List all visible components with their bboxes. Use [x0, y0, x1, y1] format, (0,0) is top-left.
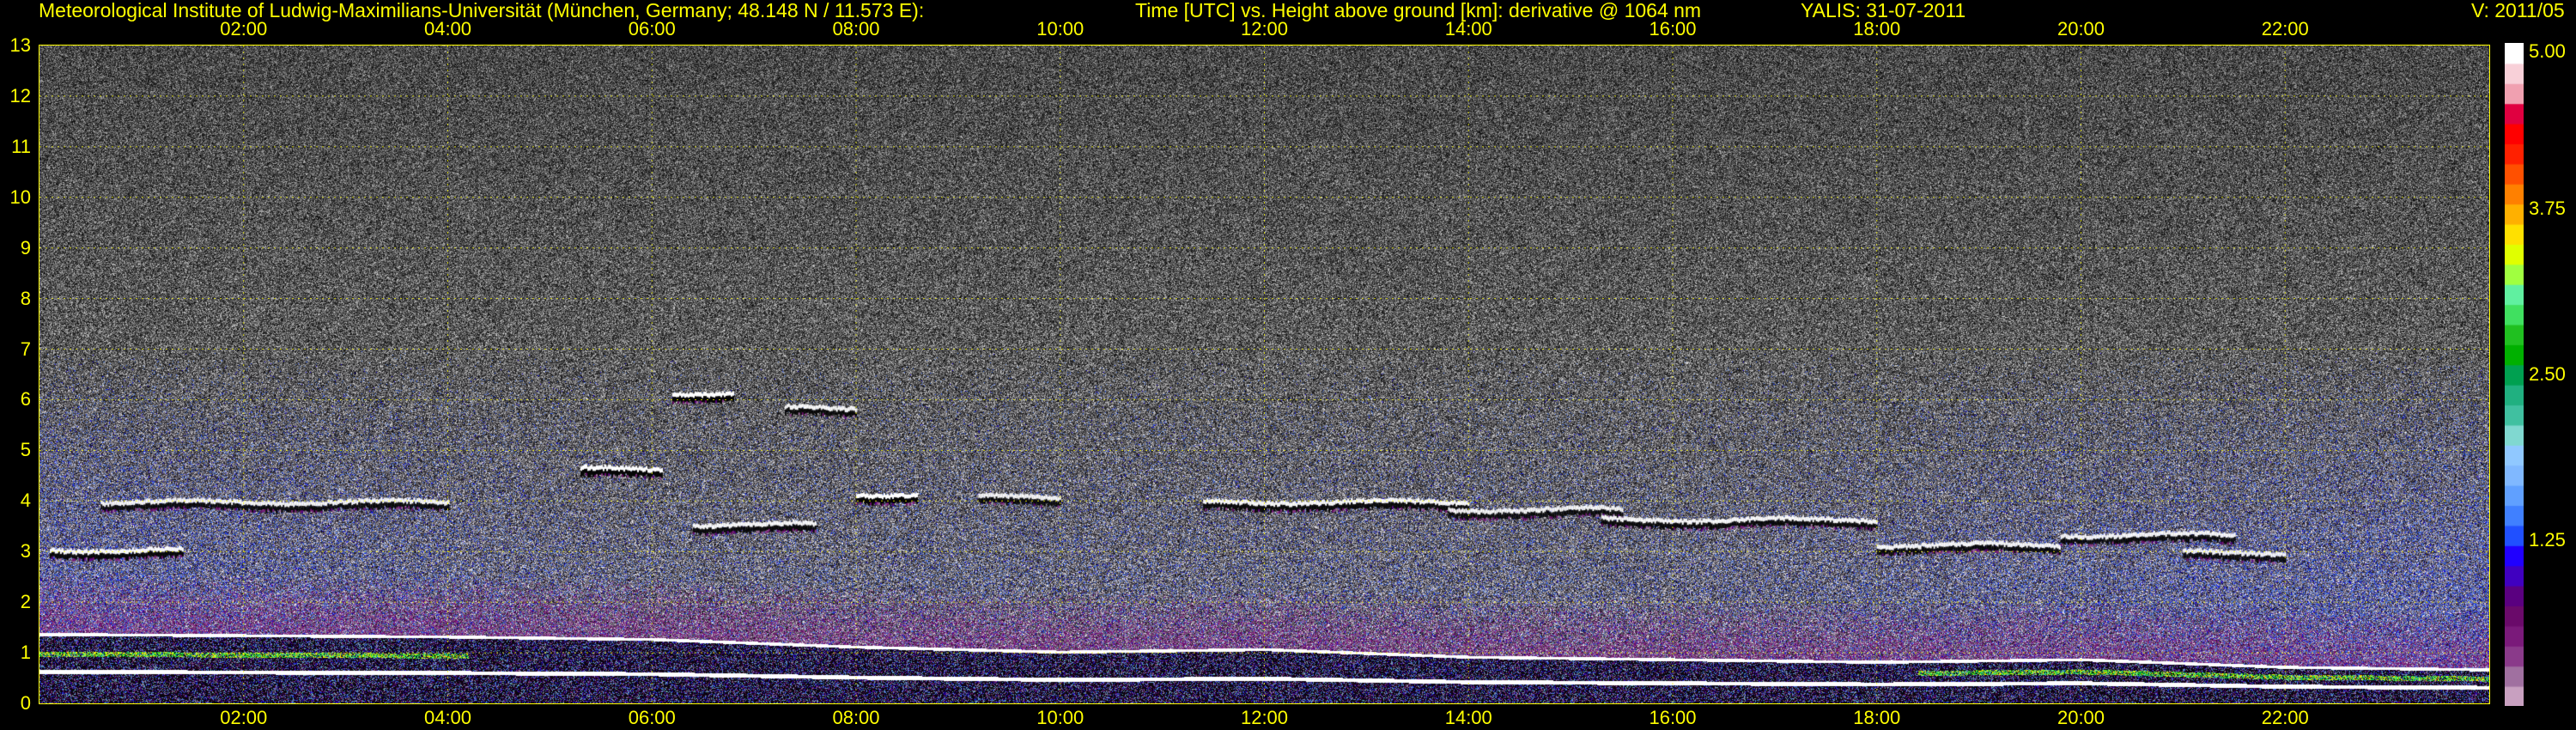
x-tick-top: 22:00	[2261, 18, 2309, 40]
colorbar	[2505, 43, 2524, 706]
y-tick: 4	[20, 490, 31, 512]
y-tick: 13	[9, 34, 31, 56]
x-tick-top: 02:00	[220, 18, 268, 40]
x-tick-bottom: 04:00	[423, 707, 472, 728]
lidar-heatmap	[39, 45, 2490, 704]
colorbar-label: 2.50	[2529, 363, 2566, 385]
x-tick-top: 04:00	[423, 18, 472, 40]
x-tick-bottom: 18:00	[1853, 707, 1901, 728]
axes-title: Time [UTC] vs. Height above ground [km]:…	[1135, 0, 1702, 21]
x-tick-bottom: 16:00	[1649, 707, 1697, 728]
y-tick: 2	[20, 591, 31, 613]
x-tick-top: 12:00	[1240, 18, 1289, 40]
y-tick: 1	[20, 642, 31, 664]
x-tick-top: 16:00	[1649, 18, 1697, 40]
x-tick-bottom: 22:00	[2261, 707, 2309, 728]
grid-lines	[39, 46, 2489, 703]
x-tick-bottom: 08:00	[832, 707, 880, 728]
y-tick: 6	[20, 388, 31, 411]
y-tick: 5	[20, 439, 31, 461]
x-tick-top: 10:00	[1036, 18, 1084, 40]
x-tick-top: 06:00	[628, 18, 676, 40]
colorbar-label: 1.25	[2529, 529, 2566, 551]
x-tick-top: 18:00	[1853, 18, 1901, 40]
version-label: V: 2011/05	[2471, 0, 2565, 21]
y-tick: 0	[20, 692, 31, 714]
x-tick-bottom: 06:00	[628, 707, 676, 728]
y-tick: 7	[20, 338, 31, 360]
colorbar-label: 5.00	[2529, 40, 2566, 62]
x-tick-bottom: 12:00	[1240, 707, 1289, 728]
x-tick-bottom: 10:00	[1036, 707, 1084, 728]
x-tick-top: 14:00	[1444, 18, 1492, 40]
x-tick-top: 08:00	[832, 18, 880, 40]
x-tick-bottom: 20:00	[2057, 707, 2105, 728]
colorbar-label: 3.75	[2529, 198, 2566, 219]
institute-title: Meteorological Institute of Ludwig-Maxim…	[39, 0, 925, 21]
y-tick: 3	[20, 540, 31, 563]
y-tick: 12	[9, 84, 31, 106]
y-tick: 8	[20, 287, 31, 309]
x-tick-top: 20:00	[2057, 18, 2105, 40]
x-tick-bottom: 14:00	[1444, 707, 1492, 728]
y-tick: 10	[9, 186, 31, 208]
y-tick: 9	[20, 236, 31, 259]
y-tick: 11	[11, 135, 31, 157]
x-tick-bottom: 02:00	[220, 707, 268, 728]
